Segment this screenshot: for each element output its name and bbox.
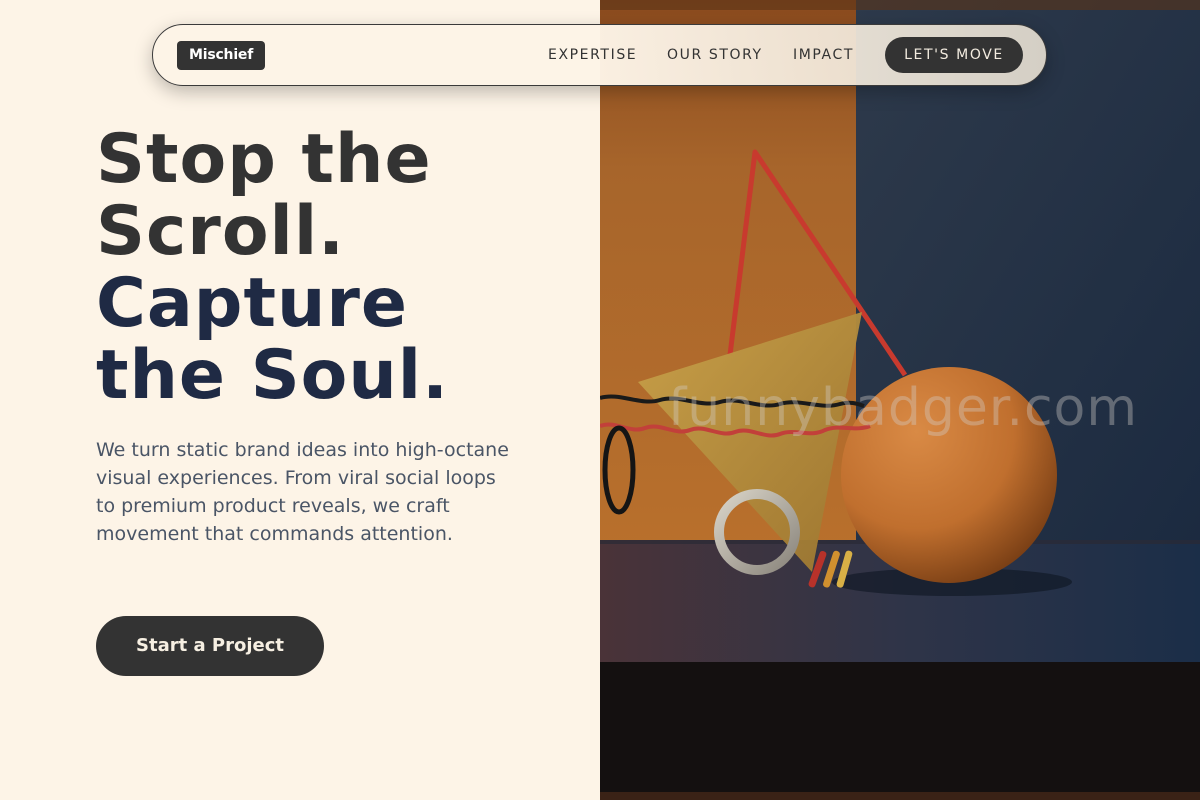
lets-move-button[interactable]: LET'S MOVE bbox=[885, 37, 1023, 73]
hero-image bbox=[600, 0, 1200, 800]
hero-headline: Stop the Scroll. Capture the Soul. bbox=[96, 124, 596, 412]
hero-description: We turn static brand ideas into high-oct… bbox=[96, 439, 509, 545]
headline-line-4: the Soul. bbox=[96, 336, 449, 415]
headline-line-1: Stop the bbox=[96, 120, 432, 199]
nav-link-impact[interactable]: IMPACT bbox=[793, 47, 854, 63]
headline-line-3: Capture bbox=[96, 264, 409, 343]
start-project-button[interactable]: Start a Project bbox=[96, 616, 324, 676]
nav-link-our-story[interactable]: OUR STORY bbox=[667, 47, 763, 63]
brand-logo[interactable]: Mischief bbox=[177, 41, 266, 70]
headline-line-2: Scroll. bbox=[96, 192, 345, 271]
abstract-shapes-illustration bbox=[600, 0, 1200, 800]
nav-link-expertise[interactable]: EXPERTISE bbox=[548, 47, 637, 63]
top-navigation: Mischief EXPERTISE OUR STORY IMPACT LET'… bbox=[152, 24, 1047, 86]
